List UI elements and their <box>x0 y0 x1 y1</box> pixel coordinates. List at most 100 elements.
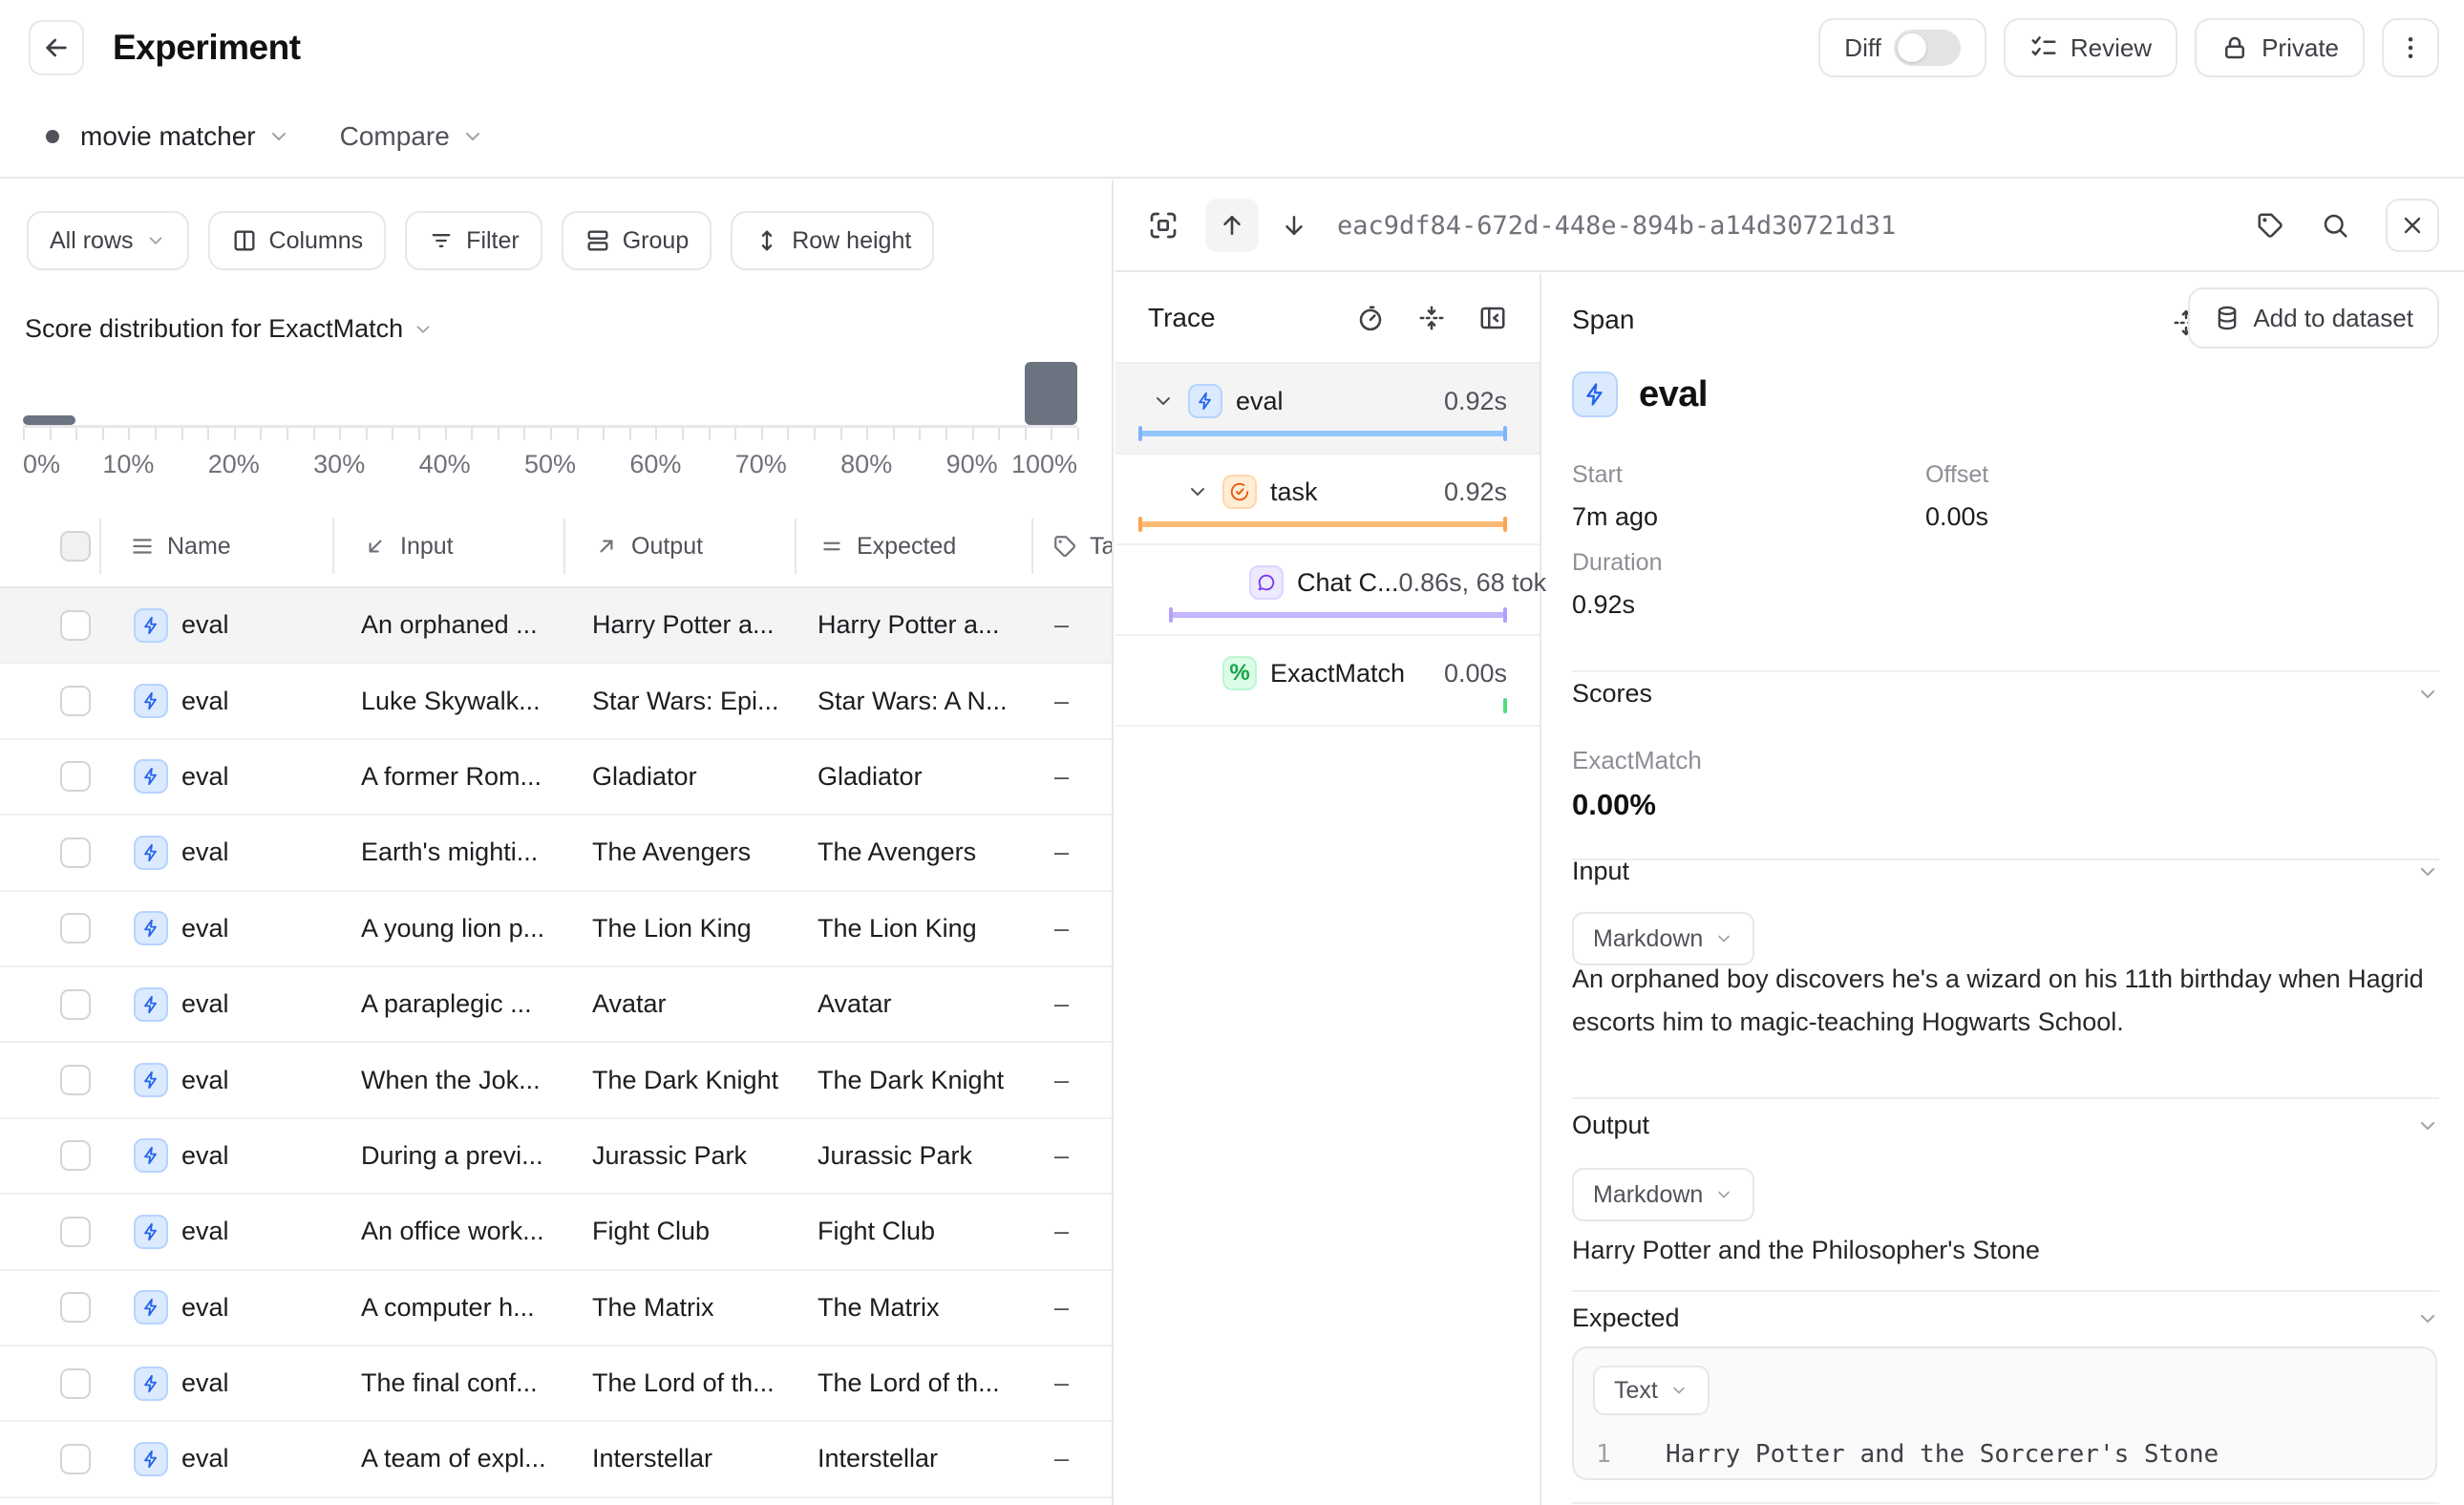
project-selector[interactable]: movie matcher <box>80 121 256 152</box>
columns-button[interactable]: Columns <box>208 211 387 270</box>
add-to-dataset-button[interactable]: Add to dataset <box>2188 287 2439 349</box>
histogram-axis-labels: 0%10%20%30%40%50%60%70%80%90%100% <box>23 450 1077 482</box>
chevron-down-icon[interactable] <box>1152 390 1175 413</box>
row-input: An office work... <box>361 1217 544 1246</box>
row-checkbox[interactable] <box>60 837 91 868</box>
collapse-panel-icon[interactable] <box>1478 304 1507 332</box>
review-button[interactable]: Review <box>2004 18 2177 77</box>
row-checkbox[interactable] <box>60 761 91 792</box>
row-checkbox[interactable] <box>60 1444 91 1474</box>
row-checkbox[interactable] <box>60 1217 91 1247</box>
row-input: During a previ... <box>361 1141 543 1171</box>
close-panel-button[interactable] <box>2386 199 2439 252</box>
column-header-expected[interactable]: Expected <box>795 519 1031 574</box>
back-button[interactable] <box>29 20 84 75</box>
span-label: task <box>1270 477 1318 507</box>
chevron-down-icon <box>413 319 434 340</box>
eval-lightning-icon <box>134 1442 168 1476</box>
row-checkbox[interactable] <box>60 1140 91 1171</box>
span-duration: 0.92s <box>1444 387 1507 416</box>
row-checkbox[interactable] <box>60 1368 91 1399</box>
column-header-tag[interactable]: Tag <box>1031 519 1114 574</box>
table-row[interactable]: eval A young lion p... The Lion King The… <box>0 892 1112 967</box>
trace-row-chat-completion[interactable]: Chat C... 0.86s, 68 tok <box>1115 545 1540 636</box>
trace-detail-header: eac9df84-672d-448e-894b-a14d30721d31 <box>1115 180 2464 272</box>
score-distribution-title: Score distribution for ExactMatch <box>25 314 403 344</box>
expected-text: Harry Potter and the Sorcerer's Stone <box>1666 1440 2219 1469</box>
compare-selector[interactable]: Compare <box>340 121 450 152</box>
row-input: The final conf... <box>361 1368 538 1398</box>
table-row[interactable]: eval During a previ... Jurassic Park Jur… <box>0 1119 1112 1195</box>
stopwatch-icon[interactable] <box>1356 304 1385 332</box>
maximize-icon[interactable] <box>1148 210 1179 241</box>
trace-row-exactmatch[interactable]: % ExactMatch 0.00s <box>1115 636 1540 727</box>
eval-lightning-icon <box>134 1367 168 1401</box>
trace-detail-panel: eac9df84-672d-448e-894b-a14d30721d31 Tra… <box>1115 180 2464 1505</box>
row-input: A young lion p... <box>361 914 544 943</box>
select-all-checkbox[interactable] <box>60 531 91 562</box>
tag-icon[interactable] <box>2256 211 2284 240</box>
top-bar: Experiment Diff Review Private <box>0 0 2464 179</box>
table-row[interactable]: eval A team of expl... Interstellar Inte… <box>0 1422 1112 1497</box>
eval-lightning-icon <box>1572 371 1618 417</box>
column-header-input[interactable]: Input <box>332 519 563 574</box>
row-output: The Matrix <box>592 1293 714 1323</box>
trace-panel-title: Trace <box>1148 303 1216 333</box>
chevron-down-icon[interactable] <box>1186 480 1209 503</box>
chevron-down-icon <box>1714 929 1733 948</box>
axis-tick <box>761 428 763 440</box>
chat-bubble-icon <box>1249 565 1284 600</box>
row-height-button[interactable]: Row height <box>731 211 934 270</box>
span-detail-panel: Span Add to dataset eval Start 7m ago <box>1541 274 2464 1505</box>
table-row[interactable]: eval Luke Skywalk... Star Wars: Epi... S… <box>0 664 1112 739</box>
span-panel-title: Span <box>1572 305 1634 335</box>
previous-row-button[interactable] <box>1205 199 1259 252</box>
filter-button[interactable]: Filter <box>405 211 542 270</box>
row-checkbox[interactable] <box>60 610 91 641</box>
output-section-header[interactable]: Output <box>1572 1111 2439 1140</box>
row-output: The Lion King <box>592 914 752 943</box>
diff-toggle[interactable] <box>1894 30 1961 66</box>
row-input: A paraplegic ... <box>361 989 532 1019</box>
table-row[interactable]: eval The final conf... The Lord of th...… <box>0 1346 1112 1422</box>
start-value: 7m ago <box>1572 502 1658 532</box>
trace-row-eval[interactable]: eval 0.92s <box>1115 364 1540 455</box>
axis-tick <box>445 428 447 440</box>
row-tag: – <box>1054 1368 1069 1398</box>
score-distribution-header[interactable]: Score distribution for ExactMatch <box>25 314 434 344</box>
trace-row-task[interactable]: task 0.92s <box>1115 455 1540 545</box>
expected-format-select[interactable]: Text <box>1593 1366 1710 1415</box>
timeline-cap <box>1138 426 1142 441</box>
table-row[interactable]: eval An orphaned ... Harry Potter a... H… <box>0 588 1112 664</box>
group-button[interactable]: Group <box>562 211 712 270</box>
diff-label: Diff <box>1844 33 1881 63</box>
app-window: Experiment Diff Review Private <box>0 0 2464 1505</box>
next-row-button[interactable] <box>1280 211 1308 240</box>
column-header-name[interactable]: Name <box>99 519 332 574</box>
diff-toggle-button[interactable]: Diff <box>1818 18 1986 77</box>
all-rows-filter-button[interactable]: All rows <box>27 211 189 270</box>
row-checkbox[interactable] <box>60 989 91 1020</box>
table-row[interactable]: eval A paraplegic ... Avatar Avatar – <box>0 967 1112 1043</box>
row-checkbox[interactable] <box>60 1065 91 1095</box>
table-row[interactable]: eval A computer h... The Matrix The Matr… <box>0 1271 1112 1346</box>
expected-code-block: Text 1 Harry Potter and the Sorcerer's S… <box>1572 1346 2437 1480</box>
table-row[interactable]: eval An office work... Fight Club Fight … <box>0 1195 1112 1270</box>
row-checkbox[interactable] <box>60 686 91 716</box>
table-row[interactable]: eval Earth's mighti... The Avengers The … <box>0 816 1112 891</box>
axis-tick <box>550 428 552 440</box>
input-section-header[interactable]: Input <box>1572 857 2439 886</box>
collapse-vertical-icon[interactable] <box>1417 304 1446 332</box>
expected-section-header[interactable]: Expected <box>1572 1304 2439 1333</box>
row-checkbox[interactable] <box>60 1292 91 1323</box>
table-row[interactable]: eval A former Rom... Gladiator Gladiator… <box>0 740 1112 816</box>
scores-section-header[interactable]: Scores <box>1572 679 2439 709</box>
search-icon[interactable] <box>2321 211 2349 240</box>
more-menu-button[interactable] <box>2382 18 2439 77</box>
row-checkbox[interactable] <box>60 913 91 943</box>
output-format-select[interactable]: Markdown <box>1572 1168 1754 1221</box>
column-header-output[interactable]: Output <box>563 519 795 574</box>
private-button[interactable]: Private <box>2195 18 2365 77</box>
table-row[interactable]: eval When the Jok... The Dark Knight The… <box>0 1043 1112 1118</box>
axis-tick <box>972 428 974 440</box>
